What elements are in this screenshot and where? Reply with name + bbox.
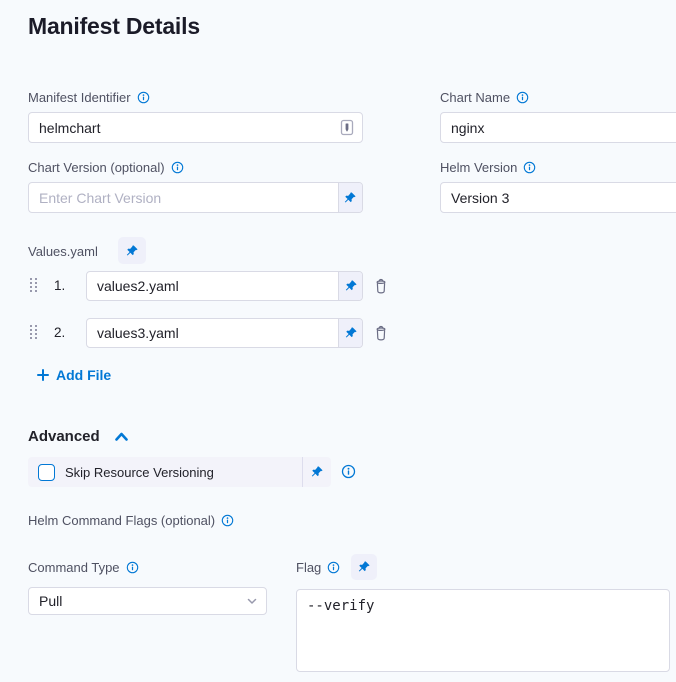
chart-version-input[interactable] xyxy=(29,190,338,206)
page-title: Manifest Details xyxy=(28,13,200,40)
command-type-label: Command Type xyxy=(28,560,139,575)
skip-resource-versioning-label: Skip Resource Versioning xyxy=(65,465,214,480)
chart-version-label-text: Chart Version (optional) xyxy=(28,160,165,175)
values-yaml-pin-icon[interactable] xyxy=(118,237,146,264)
values-file-input[interactable] xyxy=(87,325,338,341)
chart-version-field xyxy=(28,182,363,213)
info-icon[interactable] xyxy=(523,161,536,174)
info-icon[interactable] xyxy=(126,561,139,574)
info-icon[interactable] xyxy=(221,514,234,527)
flag-textarea[interactable]: --verify xyxy=(296,589,670,672)
runtime-input-pin-icon[interactable] xyxy=(338,183,362,212)
runtime-input-pin-icon[interactable] xyxy=(338,272,362,300)
chevron-up-icon xyxy=(114,431,129,443)
info-icon[interactable] xyxy=(171,161,184,174)
info-icon[interactable] xyxy=(327,561,340,574)
file-row-index: 1. xyxy=(54,278,65,293)
add-file-button[interactable]: Add File xyxy=(37,367,111,383)
delete-file-trash-icon[interactable] xyxy=(373,278,389,295)
chart-name-label-text: Chart Name xyxy=(440,90,510,105)
manifest-identifier-input[interactable] xyxy=(29,120,340,136)
values-yaml-label-text: Values.yaml xyxy=(28,244,98,259)
helm-version-value: Version 3 xyxy=(451,190,509,206)
manifest-details-panel: Manifest Details Manifest Identifier Cha… xyxy=(0,0,676,682)
info-icon[interactable] xyxy=(516,91,529,104)
info-icon[interactable] xyxy=(137,91,150,104)
manifest-identifier-label-text: Manifest Identifier xyxy=(28,90,131,105)
helm-version-label: Helm Version xyxy=(440,160,536,175)
chart-name-input[interactable] xyxy=(441,120,676,136)
flag-label: Flag xyxy=(296,560,340,575)
helm-command-flags-label-text: Helm Command Flags (optional) xyxy=(28,513,215,528)
edit-id-icon[interactable] xyxy=(340,119,354,136)
delete-file-trash-icon[interactable] xyxy=(373,325,389,342)
file-row-index: 2. xyxy=(54,325,65,340)
command-type-label-text: Command Type xyxy=(28,560,120,575)
values-file-input[interactable] xyxy=(87,278,338,294)
command-type-value: Pull xyxy=(39,593,62,609)
drag-handle-icon[interactable] xyxy=(30,325,39,340)
helm-version-label-text: Helm Version xyxy=(440,160,517,175)
runtime-input-pin-icon[interactable] xyxy=(338,319,362,347)
info-icon[interactable] xyxy=(341,464,356,479)
flag-pin-icon[interactable] xyxy=(351,554,377,580)
manifest-identifier-label: Manifest Identifier xyxy=(28,90,150,105)
chart-version-label: Chart Version (optional) xyxy=(28,160,184,175)
runtime-input-pin-icon[interactable] xyxy=(303,465,331,479)
helm-version-select[interactable]: Version 3 xyxy=(440,182,676,213)
add-file-label: Add File xyxy=(56,367,111,383)
values-yaml-label: Values.yaml xyxy=(28,244,98,259)
advanced-section-toggle[interactable]: Advanced xyxy=(28,428,129,445)
chart-name-field xyxy=(440,112,676,143)
values-file-field xyxy=(86,271,363,301)
advanced-label: Advanced xyxy=(28,428,100,445)
skip-resource-versioning-row: Skip Resource Versioning xyxy=(28,457,331,487)
skip-resource-versioning-checkbox[interactable] xyxy=(38,464,55,481)
manifest-identifier-field xyxy=(28,112,363,143)
chevron-down-icon xyxy=(246,595,258,607)
helm-command-flags-label: Helm Command Flags (optional) xyxy=(28,513,234,528)
chart-name-label: Chart Name xyxy=(440,90,529,105)
command-type-select[interactable]: Pull xyxy=(28,587,267,615)
flag-label-text: Flag xyxy=(296,560,321,575)
plus-icon xyxy=(37,369,49,381)
values-file-field xyxy=(86,318,363,348)
drag-handle-icon[interactable] xyxy=(30,278,39,293)
